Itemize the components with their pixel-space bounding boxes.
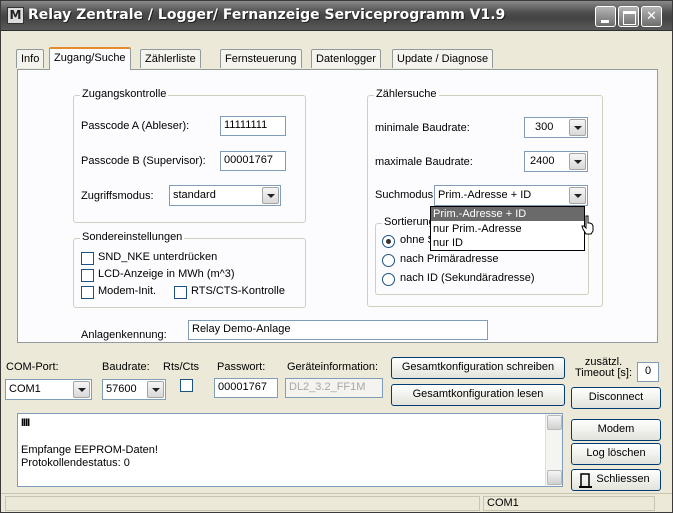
anlagenkennung-label: Anlagenkennung: — [81, 329, 167, 341]
app-icon[interactable]: M — [7, 7, 24, 24]
tab-update-diagnose[interactable]: Update / Diagnose — [392, 49, 494, 68]
minimize-button[interactable] — [595, 6, 616, 27]
max-baud-label: maximale Baudrate: — [375, 156, 473, 168]
max-baud-select[interactable]: 2400 — [524, 151, 588, 172]
chevron-down-icon[interactable] — [147, 381, 164, 398]
scroll-down-button[interactable] — [547, 470, 562, 485]
rts-cts-bottom-label: Rts/Cts — [163, 361, 200, 373]
baudrate-label: Baudrate: — [102, 361, 150, 373]
chevron-down-icon[interactable] — [569, 153, 586, 170]
zugriffsmodus-label: Zugriffsmodus: — [81, 190, 154, 202]
disconnect-button[interactable]: Disconnect — [571, 387, 661, 409]
hand-cursor-icon — [581, 215, 594, 235]
chevron-down-icon[interactable] — [262, 187, 279, 204]
scroll-up-button[interactable] — [547, 415, 562, 430]
snd-nke-label: SND_NKE unterdrücken — [98, 251, 218, 263]
min-baud-label: minimale Baudrate: — [375, 122, 470, 134]
status-port: COM1 — [483, 496, 655, 511]
title-bar[interactable]: M Relay Zentrale / Logger/ Fernanzeige S… — [1, 1, 672, 31]
close-button[interactable]: Schliessen — [571, 469, 661, 491]
progress-marks: IIII — [21, 417, 30, 429]
min-baud-value: 300 — [535, 121, 554, 133]
max-baud-value: 2400 — [530, 155, 555, 167]
status-pane — [5, 496, 480, 511]
sort-primary-label: nach Primäradresse — [400, 253, 499, 265]
geraeteinfo-field: DL2_3.2_FF1M — [285, 378, 383, 398]
main-window: M Relay Zentrale / Logger/ Fernanzeige S… — [0, 0, 673, 513]
group-zugangskontrolle: Zugangskontrolle Passcode A (Ableser): 1… — [73, 88, 306, 223]
timeout-label: zusätzl. Timeout [s]: — [574, 356, 633, 379]
log-scrollbar[interactable] — [545, 414, 562, 486]
window-title: Relay Zentrale / Logger/ Fernanzeige Ser… — [28, 7, 506, 23]
suchmodus-option[interactable]: nur Prim.-Adresse — [431, 222, 584, 236]
passcode-b-label: Passcode B (Supervisor): — [81, 155, 206, 167]
sort-none-radio[interactable] — [382, 235, 395, 248]
write-config-button[interactable]: Gesamtkonfiguration schreiben — [391, 357, 565, 379]
modem-button[interactable]: Modem — [571, 419, 661, 441]
group-sondereinstellungen: Sondereinstellungen SND_NKE unterdrücken… — [73, 231, 306, 308]
min-baud-select[interactable]: 300 — [524, 117, 588, 138]
log-output[interactable]: IIII Empfange EEPROM-Daten! Protokollend… — [17, 413, 563, 487]
door-icon — [579, 473, 592, 488]
chevron-down-icon[interactable] — [569, 119, 586, 136]
rts-cts-checkbox[interactable] — [174, 286, 187, 299]
com-port-select[interactable]: COM1 — [5, 379, 92, 400]
suchmodus-label: Suchmodus: — [375, 189, 437, 201]
close-window-button[interactable]: ✕ — [641, 6, 662, 27]
lcd-mwh-label: LCD-Anzeige in MWh (m^3) — [98, 268, 235, 280]
passwort-label: Passwort: — [217, 361, 266, 373]
timeout-field[interactable]: 0 — [637, 362, 659, 382]
zugriffsmodus-value: standard — [173, 189, 216, 201]
chevron-down-icon[interactable] — [569, 187, 586, 204]
log-line: Protokollendestatus: 0 — [21, 457, 130, 469]
group-legend: Zählersuche — [374, 88, 439, 100]
suchmodus-option[interactable]: Prim.-Adresse + ID — [431, 207, 584, 221]
lcd-mwh-checkbox[interactable] — [81, 269, 94, 282]
tab-zugang-suche[interactable]: Zugang/Suche — [49, 47, 131, 70]
log-clear-button[interactable]: Log löschen — [571, 443, 661, 465]
close-button-label: Schliessen — [596, 473, 650, 485]
baudrate-value: 57600 — [106, 383, 137, 395]
tab-datenlogger[interactable]: Datenlogger — [311, 49, 381, 68]
group-zaehlersuche: Zählersuche minimale Baudrate: 300 maxim… — [367, 88, 603, 307]
suchmodus-option[interactable]: nur ID — [431, 236, 584, 250]
chevron-down-icon[interactable] — [73, 381, 90, 398]
modem-init-checkbox[interactable] — [81, 286, 94, 299]
geraeteinfo-label: Geräteinformation: — [287, 361, 379, 373]
log-line: Empfange EEPROM-Daten! — [21, 444, 158, 456]
com-port-label: COM-Port: — [6, 361, 59, 373]
passcode-b-field[interactable]: 00001767 — [220, 151, 286, 171]
suchmodus-value: Prim.-Adresse + ID — [438, 189, 532, 201]
status-bar: COM1 — [1, 493, 672, 512]
read-config-button[interactable]: Gesamtkonfiguration lesen — [391, 384, 565, 406]
passwort-field[interactable]: 00001767 — [214, 378, 278, 398]
sort-primary-radio[interactable] — [382, 254, 395, 267]
baudrate-select[interactable]: 57600 — [102, 379, 166, 400]
suchmodus-dropdown-list[interactable]: Prim.-Adresse + ID nur Prim.-Adresse nur… — [430, 206, 585, 251]
rts-cts-label: RTS/CTS-Kontrolle — [191, 285, 285, 297]
sort-id-radio[interactable] — [382, 273, 395, 286]
tab-zaehlerliste[interactable]: Zählerliste — [140, 49, 201, 68]
modem-init-label: Modem-Init. — [98, 285, 157, 297]
rts-cts-bottom-checkbox[interactable] — [180, 379, 193, 392]
sort-id-label: nach ID (Sekundäradresse) — [400, 272, 535, 284]
com-port-value: COM1 — [9, 383, 41, 395]
passcode-a-label: Passcode A (Ableser): — [81, 120, 190, 132]
group-legend: Sondereinstellungen — [80, 231, 185, 243]
group-legend: Zugangskontrolle — [80, 88, 169, 100]
suchmodus-select[interactable]: Prim.-Adresse + ID — [434, 185, 588, 206]
zugriffsmodus-select[interactable]: standard — [169, 185, 281, 206]
tab-info[interactable]: Info — [16, 49, 45, 68]
tab-fernsteuerung[interactable]: Fernsteuerung — [220, 49, 302, 68]
snd-nke-checkbox[interactable] — [81, 252, 94, 265]
maximize-button[interactable] — [618, 6, 639, 27]
passcode-a-field[interactable]: 11111111 — [220, 116, 286, 136]
anlagenkennung-field[interactable]: Relay Demo-Anlage — [188, 320, 488, 340]
